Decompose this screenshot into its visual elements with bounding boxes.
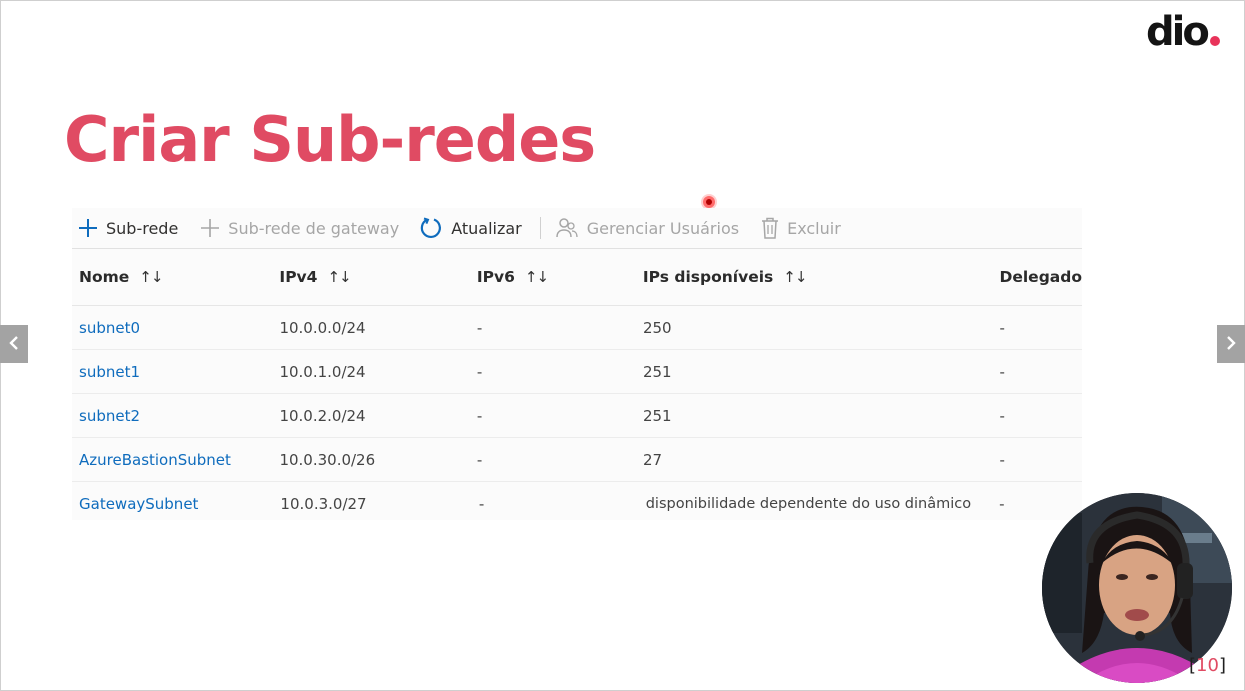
ipv4-cell: 10.0.1.0/24 xyxy=(279,362,366,381)
page-number: [10] xyxy=(1189,655,1226,676)
logo-text: dio xyxy=(1146,9,1210,55)
table-row[interactable]: AzureBastionSubnet 10.0.30.0/26 - 27 - xyxy=(72,438,1082,482)
laser-pointer-dot xyxy=(703,196,715,208)
table-row[interactable]: GatewaySubnet 10.0.3.0/27 - disponibilid… xyxy=(72,482,1082,525)
toolbar-separator xyxy=(539,217,541,239)
subnet-name-link[interactable]: GatewaySubnet xyxy=(72,495,274,513)
chevron-right-icon xyxy=(1225,332,1237,357)
subnet-name-link[interactable]: subnet0 xyxy=(72,319,273,337)
plus-icon xyxy=(78,218,98,238)
table-row[interactable]: subnet1 10.0.1.0/24 - 251 - xyxy=(72,350,1082,394)
delete-button[interactable]: Excluir xyxy=(761,208,841,248)
delegated-cell: - xyxy=(999,362,1005,381)
subnets-panel: Sub-rede Sub-rede de gateway Atualizar G… xyxy=(72,208,1082,520)
column-label: IPs disponíveis xyxy=(642,267,774,286)
subnet-name-link[interactable]: AzureBastionSubnet xyxy=(72,451,273,469)
sort-icon: ↑↓ xyxy=(139,267,163,286)
delete-label: Excluir xyxy=(787,218,841,238)
ipv4-cell: 10.0.30.0/26 xyxy=(279,450,376,469)
subnet-name-link[interactable]: subnet2 xyxy=(72,407,273,425)
delegated-cell: - xyxy=(999,450,1005,469)
sort-icon: ↑↓ xyxy=(327,267,351,286)
column-header-available-ips[interactable]: IPs disponíveis ↑↓ xyxy=(638,268,993,286)
ipv4-cell: 10.0.3.0/27 xyxy=(280,494,367,513)
plus-icon xyxy=(200,218,220,238)
delegated-cell: - xyxy=(999,494,1005,513)
page-number-text: [10] xyxy=(1189,655,1226,676)
table-row[interactable]: subnet0 10.0.0.0/24 - 250 - xyxy=(72,306,1082,350)
column-header-delegated: Delegado xyxy=(992,268,1082,286)
manage-users-icon xyxy=(555,217,579,239)
available-ips-cell: 251 xyxy=(642,362,672,381)
chevron-left-icon xyxy=(8,332,20,357)
table-row[interactable]: subnet2 10.0.2.0/24 - 251 - xyxy=(72,394,1082,438)
refresh-icon xyxy=(419,216,443,240)
add-subnet-button[interactable]: Sub-rede xyxy=(78,208,178,248)
manage-users-label: Gerenciar Usuários xyxy=(586,218,740,238)
ipv6-cell: - xyxy=(476,362,483,381)
sort-icon: ↑↓ xyxy=(783,267,807,286)
refresh-label: Atualizar xyxy=(451,218,522,238)
ipv6-cell: - xyxy=(476,318,483,337)
column-label: IPv4 xyxy=(279,267,318,286)
column-label: Nome xyxy=(79,267,130,286)
table-header-row: Nome ↑↓ IPv4 ↑↓ IPv6 ↑↓ IPs disponíveis ↑↓ D… xyxy=(72,248,1082,306)
add-subnet-label: Sub-rede xyxy=(106,218,179,238)
refresh-button[interactable]: Atualizar xyxy=(419,208,522,248)
next-slide-button[interactable] xyxy=(1217,325,1245,363)
subnet-name-link[interactable]: subnet1 xyxy=(72,363,273,381)
trash-icon xyxy=(761,217,779,239)
previous-slide-button[interactable] xyxy=(0,325,28,363)
dio-logo: dio xyxy=(1146,12,1220,52)
logo-dot xyxy=(1209,36,1220,46)
column-header-ipv6[interactable]: IPv6 ↑↓ xyxy=(473,268,638,286)
delegated-cell: - xyxy=(999,406,1005,425)
column-header-name[interactable]: Nome ↑↓ xyxy=(72,268,273,286)
subnets-table: Nome ↑↓ IPv4 ↑↓ IPv6 ↑↓ IPs disponíveis ↑↓ D… xyxy=(72,248,1082,525)
column-label: Delegado xyxy=(999,267,1082,286)
command-bar: Sub-rede Sub-rede de gateway Atualizar G… xyxy=(72,208,1082,249)
ipv4-cell: 10.0.0.0/24 xyxy=(279,318,366,337)
add-gateway-subnet-button[interactable]: Sub-rede de gateway xyxy=(200,208,399,248)
manage-users-button[interactable]: Gerenciar Usuários xyxy=(555,208,739,248)
available-ips-cell: 251 xyxy=(642,406,672,425)
ipv6-cell: - xyxy=(476,406,483,425)
ipv6-cell: - xyxy=(476,450,483,469)
column-header-ipv4[interactable]: IPv4 ↑↓ xyxy=(273,268,472,286)
available-ips-cell: disponibilidade dependente do uso dinâmi… xyxy=(645,495,972,512)
available-ips-cell: 250 xyxy=(642,318,672,337)
slide-title: Criar Sub-redes xyxy=(64,103,596,176)
ipv4-cell: 10.0.2.0/24 xyxy=(279,406,366,425)
column-label: IPv6 xyxy=(476,267,515,286)
delegated-cell: - xyxy=(999,318,1005,337)
available-ips-cell: 27 xyxy=(642,450,663,469)
sort-icon: ↑↓ xyxy=(524,267,549,286)
ipv6-cell: - xyxy=(478,494,485,513)
add-gateway-subnet-label: Sub-rede de gateway xyxy=(228,218,400,238)
